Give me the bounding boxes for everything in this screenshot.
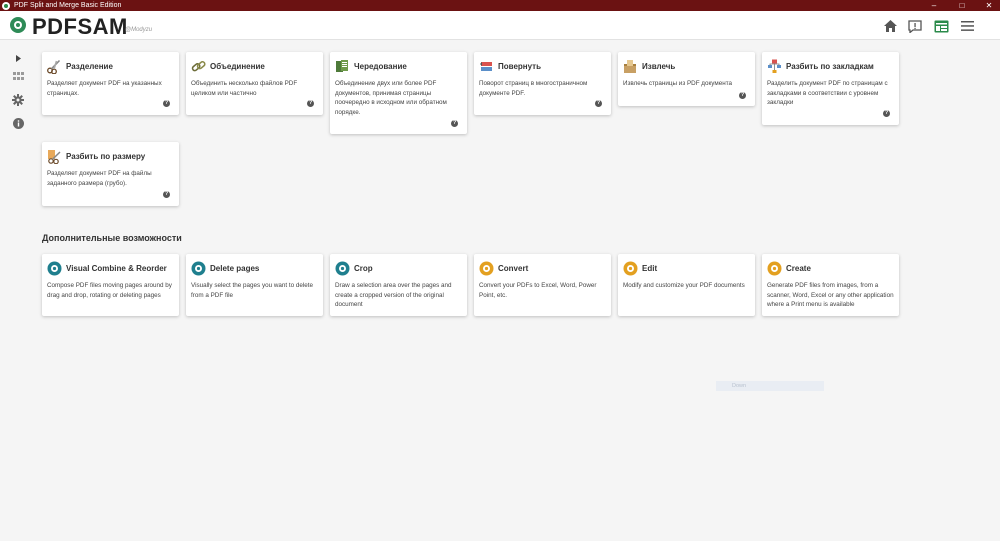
card-description: Visually select the pages you want to de… [191, 282, 314, 299]
pdfsam-visual-teal-icon [335, 261, 350, 276]
tool-card-rotate[interactable]: Повернуть Поворот страниц в многостранич… [474, 52, 611, 115]
card-title: Crop [354, 264, 373, 273]
card-title: Извлечь [642, 62, 676, 71]
extra-card-edit[interactable]: Edit Modify and customize your PDF docum… [618, 254, 755, 316]
tool-card-split[interactable]: Разделение Разделяет документ PDF на ука… [42, 52, 179, 115]
bookmark-tree-icon [767, 59, 782, 74]
tool-card-split-by-bookmarks[interactable]: Разбить по закладкам Разделить документ … [762, 52, 899, 125]
window-title: PDF Split and Merge Basic Edition [14, 2, 122, 9]
help-icon[interactable]: ? [163, 191, 170, 198]
logo-text: PDFSAM [32, 14, 128, 39]
tool-card-extract[interactable]: Извлечь Извлечь страницы из PDF документ… [618, 52, 755, 106]
card-title: Чередование [354, 62, 407, 71]
card-title: Разделение [66, 62, 113, 71]
sidebar [0, 40, 36, 541]
feedback-icon[interactable] [907, 18, 923, 34]
home-icon[interactable] [882, 18, 898, 34]
card-title: Разбить по закладкам [786, 62, 874, 71]
pdfsam-logo-icon [10, 17, 26, 33]
card-title: Delete pages [210, 264, 260, 273]
settings-gear-icon[interactable] [10, 92, 26, 108]
info-icon[interactable] [10, 115, 26, 131]
extra-card-create[interactable]: Create Generate PDF files from images, f… [762, 254, 899, 316]
card-title: Повернуть [498, 62, 541, 71]
menu-icon[interactable] [959, 18, 975, 34]
help-icon[interactable]: ? [451, 120, 458, 127]
help-icon[interactable]: ? [163, 100, 170, 107]
scissors-icon [47, 59, 62, 75]
card-title: Visual Combine & Reorder [66, 264, 167, 273]
extra-card-crop[interactable]: Crop Draw a selection area over the page… [330, 254, 467, 316]
pdfsam-visual-teal-icon [47, 261, 62, 276]
extra-card-convert[interactable]: Convert Convert your PDFs to Excel, Word… [474, 254, 611, 316]
close-button[interactable]: ✕ [978, 0, 1000, 11]
app-header: PDFSAM @Modyzu [0, 11, 1000, 40]
card-title: Convert [498, 264, 529, 273]
extra-card-delete-pages[interactable]: Delete pages Visually select the pages y… [186, 254, 323, 316]
pdfsam-enhanced-orange-icon [623, 261, 638, 276]
card-title: Edit [642, 264, 658, 273]
help-icon[interactable]: ? [307, 100, 314, 107]
card-description: Compose PDF files moving pages around by… [47, 282, 172, 299]
card-description: Объединение двух или более PDF документо… [335, 80, 447, 116]
expand-sidebar-icon[interactable] [10, 50, 26, 66]
card-description: Объединить несколько файлов PDF целиком … [191, 80, 298, 97]
card-description: Разделяет документ PDF на файлы заданног… [47, 170, 152, 187]
pdfsam-enhanced-orange-icon [767, 261, 782, 276]
card-description: Convert your PDFs to Excel, Word, Power … [479, 282, 597, 299]
help-icon[interactable]: ? [595, 100, 602, 107]
tool-card-merge[interactable]: Объединение Объединить несколько файлов … [186, 52, 323, 115]
card-description: Извлечь страницы из PDF документа [623, 80, 733, 87]
extract-box-icon [623, 59, 638, 74]
help-icon[interactable]: ? [739, 92, 746, 99]
modules-grid-icon[interactable] [10, 68, 26, 84]
pdfsam-enhanced-orange-icon [479, 261, 494, 276]
chain-link-icon [191, 59, 206, 74]
pdfsam-visual-teal-icon [191, 261, 206, 276]
tool-card-split-by-size[interactable]: Разбить по размеру Разделяет документ PD… [42, 142, 179, 206]
card-title: Объединение [210, 62, 265, 71]
card-description: Modify and customize your PDF documents [623, 282, 745, 289]
card-description: Разделяет документ PDF на указанных стра… [47, 80, 162, 97]
tool-card-alternate-mix[interactable]: Чередование Объединение двух или более P… [330, 52, 467, 134]
card-description: Draw a selection area over the pages and… [335, 282, 452, 308]
card-title: Разбить по размеру [66, 152, 146, 161]
card-description: Generate PDF files from images, from a s… [767, 282, 894, 308]
ghost-tooltip: Down [716, 381, 824, 391]
dashboard-icon[interactable] [933, 18, 949, 34]
extras-section-title: Дополнительные возможности [42, 233, 182, 243]
alternate-pages-icon [335, 59, 350, 74]
help-icon[interactable]: ? [883, 110, 890, 117]
split-size-scissors-icon [47, 149, 62, 165]
card-description: Поворот страниц в многостраничном докуме… [479, 80, 588, 97]
window-titlebar: PDF Split and Merge Basic Edition – □ ✕ [0, 0, 1000, 11]
logo-subtitle: @Modyzu [125, 27, 153, 33]
extra-card-visual-combine[interactable]: Visual Combine & Reorder Compose PDF fil… [42, 254, 179, 316]
card-description: Разделить документ PDF по страницам с за… [767, 80, 888, 106]
rotate-icon [479, 59, 494, 74]
app-icon [2, 1, 10, 10]
maximize-button[interactable]: □ [951, 0, 973, 11]
minimize-button[interactable]: – [923, 0, 945, 11]
card-title: Create [786, 264, 811, 273]
